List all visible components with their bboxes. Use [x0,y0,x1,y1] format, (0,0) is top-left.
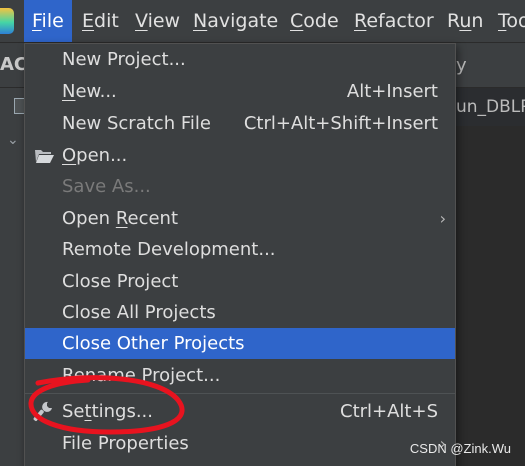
shortcut-label: Ctrl+Alt+Shift+Insert [243,113,438,134]
menu-view[interactable]: View [127,0,188,42]
menu-item-close-other-projects[interactable]: Close Other Projects [25,328,455,359]
folder-open-icon [33,140,55,171]
ide-window: File Edit View Navigate Code Refactor Ru… [0,0,525,466]
editor-area [456,126,525,466]
menu-item-settings[interactable]: Settings... Ctrl+Alt+S [25,396,455,427]
menu-item-file-properties[interactable]: File Properties › [25,428,455,459]
menu-code[interactable]: Code [282,0,347,42]
watermark-text: CSDN @Zink.Wu [409,441,511,456]
menu-separator [25,393,455,394]
wrench-icon [33,396,55,427]
menu-item-new[interactable]: New... Alt+Insert [25,76,455,107]
shortcut-label: Ctrl+Alt+S [340,401,438,422]
menu-item-new-scratch-file[interactable]: New Scratch File Ctrl+Alt+Shift+Insert [25,108,455,139]
menu-item-open-recent[interactable]: Open Recent › [25,203,455,234]
menu-tools[interactable]: Too [490,0,525,42]
chevron-right-icon: › [439,209,446,228]
chevron-down-icon[interactable]: ⌄ [7,132,19,148]
menu-item-remote-development[interactable]: Remote Development... [25,234,455,265]
menu-file[interactable]: File [24,0,72,42]
menu-item-save-as: Save As... [62,176,151,197]
menu-navigate[interactable]: Navigate [185,0,286,42]
editor-tab[interactable]: un_DBLP [456,97,525,117]
app-logo-icon [0,8,14,34]
menu-bar: File Edit View Navigate Code Refactor Ru… [0,0,525,43]
menu-item-rename-project[interactable]: Rename Project... [25,360,455,391]
menu-refactor[interactable]: Refactor [346,0,442,42]
toolbar-text-fragment: y [456,55,467,76]
menu-item-open[interactable]: Open... [25,140,455,171]
menu-item-close-project[interactable]: Close Project [25,266,455,297]
menu-run[interactable]: Run [439,0,491,42]
file-menu-dropdown: New Project... New... Alt+Insert New Scr… [24,43,456,466]
menu-edit[interactable]: Edit [74,0,127,42]
menu-item-new-project[interactable]: New Project... [25,44,455,75]
shortcut-label: Alt+Insert [346,81,438,102]
menu-item-close-all-projects[interactable]: Close All Projects [25,297,455,328]
